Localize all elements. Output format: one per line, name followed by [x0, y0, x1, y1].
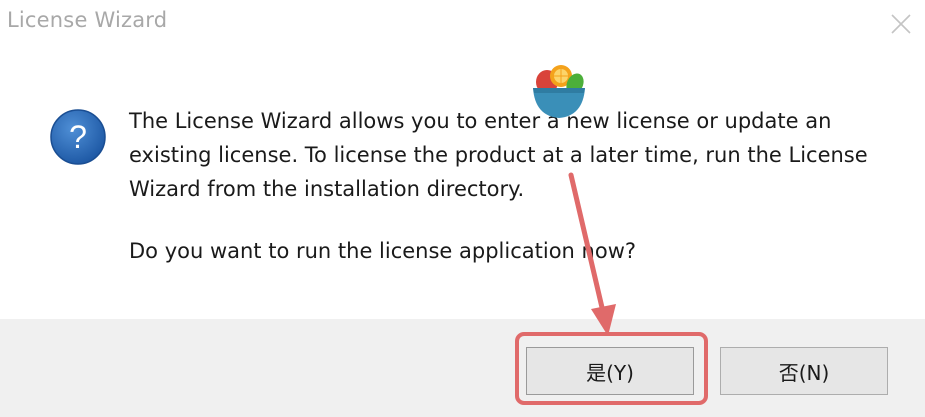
- no-button-label: 否(N): [778, 360, 830, 385]
- no-button[interactable]: 否(N): [720, 347, 888, 395]
- message-line: existing license. To license the product…: [129, 143, 868, 167]
- svg-text:?: ?: [69, 119, 87, 155]
- dialog-content: ? The License Wizard allows you to enter…: [0, 48, 925, 319]
- message-line: The License Wizard allows you to enter a…: [129, 109, 832, 133]
- title-bar: License Wizard: [0, 0, 925, 48]
- button-bar: 是(Y) 否(N): [0, 319, 925, 417]
- yes-button-label: 是(Y): [586, 360, 634, 385]
- watermark-logo: [527, 64, 591, 124]
- close-button[interactable]: [887, 10, 915, 38]
- question-icon: ?: [49, 108, 107, 166]
- message-line: Wizard from the installation directory.: [129, 177, 525, 201]
- message-question: Do you want to run the license applicati…: [129, 239, 637, 263]
- dialog-message: The License Wizard allows you to enter a…: [129, 104, 889, 268]
- close-icon: [891, 14, 911, 34]
- window-title: License Wizard: [7, 8, 168, 32]
- yes-button[interactable]: 是(Y): [526, 347, 694, 395]
- license-wizard-dialog: License Wizard ? The License Wizard allo…: [0, 0, 925, 417]
